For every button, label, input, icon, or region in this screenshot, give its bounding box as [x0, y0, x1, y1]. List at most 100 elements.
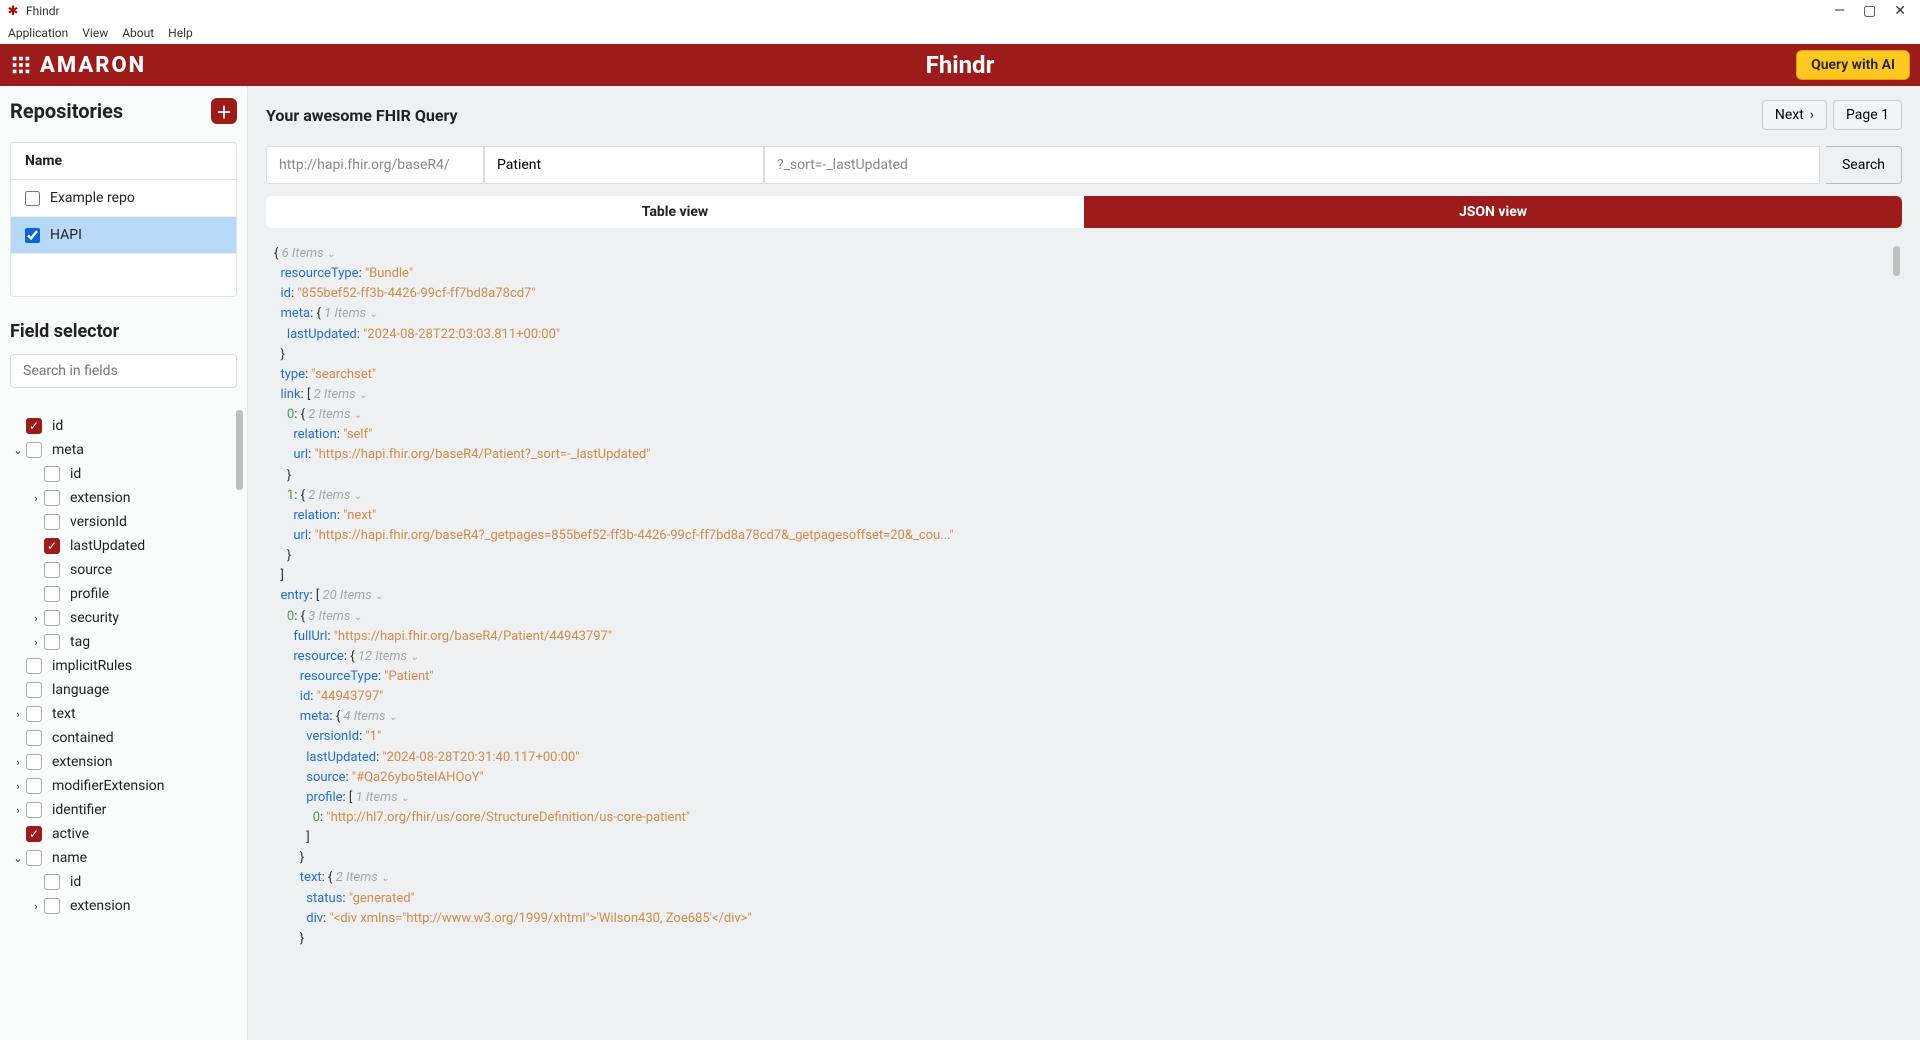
field-label: profile: [70, 586, 109, 602]
search-fields-input[interactable]: [10, 354, 237, 388]
field-checkbox[interactable]: [26, 658, 42, 674]
tree-row[interactable]: › modifierExtension: [10, 774, 245, 798]
tab-table-view[interactable]: Table view: [266, 196, 1084, 228]
chevron-right-icon[interactable]: ›: [10, 756, 26, 769]
field-checkbox[interactable]: [26, 682, 42, 698]
tree-row[interactable]: › security: [10, 606, 245, 630]
chevron-down-icon[interactable]: ⌄: [10, 852, 26, 865]
chevron-right-icon: ›: [1810, 107, 1814, 123]
tree-row[interactable]: lastUpdated: [10, 534, 245, 558]
field-checkbox[interactable]: [26, 778, 42, 794]
chevron-down-icon[interactable]: ⌄: [10, 444, 26, 457]
json-viewer[interactable]: { 6 Items ⌄ resourceType: "Bundle" id: "…: [266, 240, 1902, 1040]
tree-row[interactable]: › extension: [10, 894, 245, 918]
json-line: 0: { 3 Items ⌄: [274, 607, 1894, 627]
tree-row[interactable]: id: [10, 414, 245, 438]
resource-input[interactable]: [484, 146, 764, 184]
page-title: Fhindr: [926, 51, 995, 79]
chevron-right-icon[interactable]: ›: [28, 612, 44, 625]
menu-view[interactable]: View: [82, 26, 108, 40]
base-url-input[interactable]: [266, 146, 484, 184]
tree-row[interactable]: language: [10, 678, 245, 702]
tree-row[interactable]: ›extension: [10, 750, 245, 774]
json-line: }: [274, 848, 1894, 868]
chevron-right-icon[interactable]: ›: [10, 708, 26, 721]
field-label: meta: [52, 442, 84, 458]
window-title: Fhindr: [26, 4, 60, 18]
chevron-right-icon[interactable]: ›: [28, 492, 44, 505]
json-line: relation: "self": [274, 425, 1894, 445]
minimize-icon[interactable]: —: [1834, 3, 1845, 19]
json-line: relation: "next": [274, 506, 1894, 526]
field-label: id: [70, 874, 81, 890]
field-tree[interactable]: id⌄metaid›extensionversionIdlastUpdateds…: [10, 410, 245, 1040]
field-checkbox[interactable]: [44, 898, 60, 914]
field-checkbox[interactable]: [44, 610, 60, 626]
search-button[interactable]: Search: [1826, 146, 1902, 184]
field-checkbox[interactable]: [26, 826, 42, 842]
maximize-icon[interactable]: ▢: [1863, 3, 1876, 19]
add-repo-button[interactable]: ＋: [211, 98, 237, 124]
field-checkbox[interactable]: [26, 442, 42, 458]
tree-row[interactable]: ⌄ name: [10, 846, 245, 870]
tree-row[interactable]: ⌄ meta: [10, 438, 245, 462]
repo-row[interactable]: HAPI: [11, 217, 236, 254]
json-line: }: [274, 345, 1894, 365]
scrollbar-thumb[interactable]: [1893, 246, 1900, 276]
field-label: tag: [70, 634, 90, 650]
tree-row[interactable]: › tag: [10, 630, 245, 654]
page-indicator[interactable]: Page 1: [1833, 100, 1902, 130]
field-label: security: [70, 610, 119, 626]
field-checkbox[interactable]: [44, 874, 60, 890]
query-ai-button[interactable]: Query with AI: [1796, 50, 1910, 80]
field-label: name: [52, 850, 87, 866]
field-checkbox[interactable]: [26, 706, 42, 722]
json-line: entry: [ 20 Items ⌄: [274, 586, 1894, 606]
next-button[interactable]: Next ›: [1762, 100, 1827, 130]
field-checkbox[interactable]: [26, 730, 42, 746]
field-checkbox[interactable]: [44, 586, 60, 602]
field-checkbox[interactable]: [26, 802, 42, 818]
field-checkbox[interactable]: [26, 754, 42, 770]
chevron-right-icon[interactable]: ›: [28, 900, 44, 913]
field-checkbox[interactable]: [44, 490, 60, 506]
params-input[interactable]: [764, 146, 1820, 184]
tree-row[interactable]: active: [10, 822, 245, 846]
tree-row[interactable]: source: [10, 558, 245, 582]
tree-row[interactable]: implicitRules: [10, 654, 245, 678]
app-icon: ✱: [6, 4, 20, 18]
field-checkbox[interactable]: [44, 514, 60, 530]
json-line: { 6 Items ⌄: [274, 244, 1894, 264]
scrollbar-thumb[interactable]: [236, 410, 243, 490]
menu-about[interactable]: About: [122, 26, 154, 40]
field-label: modifierExtension: [52, 778, 164, 794]
field-checkbox[interactable]: [44, 466, 60, 482]
chevron-right-icon[interactable]: ›: [10, 804, 26, 817]
field-checkbox[interactable]: [44, 634, 60, 650]
field-checkbox[interactable]: [26, 418, 42, 434]
json-line: url: "https://hapi.fhir.org/baseR4?_getp…: [274, 526, 1894, 546]
tree-row[interactable]: id: [10, 870, 245, 894]
field-checkbox[interactable]: [26, 850, 42, 866]
tree-row[interactable]: profile: [10, 582, 245, 606]
tab-json-view[interactable]: JSON view: [1084, 196, 1902, 228]
chevron-right-icon[interactable]: ›: [28, 636, 44, 649]
menu-help[interactable]: Help: [168, 26, 193, 40]
menu-application[interactable]: Application: [8, 26, 68, 40]
field-checkbox[interactable]: [44, 562, 60, 578]
json-line: div: "<div xmlns="http://www.w3.org/1999…: [274, 909, 1894, 929]
tree-row[interactable]: ›extension: [10, 486, 245, 510]
tree-row[interactable]: id: [10, 462, 245, 486]
close-icon[interactable]: ✕: [1894, 3, 1906, 19]
tree-row[interactable]: ›identifier: [10, 798, 245, 822]
chevron-right-icon[interactable]: ›: [10, 780, 26, 793]
field-label: extension: [70, 898, 130, 914]
repo-checkbox[interactable]: [25, 191, 40, 206]
query-bar: Search: [266, 146, 1902, 184]
field-checkbox[interactable]: [44, 538, 60, 554]
repo-row[interactable]: Example repo: [11, 180, 236, 217]
tree-row[interactable]: versionId: [10, 510, 245, 534]
repo-checkbox[interactable]: [25, 228, 40, 243]
tree-row[interactable]: ›text: [10, 702, 245, 726]
tree-row[interactable]: contained: [10, 726, 245, 750]
